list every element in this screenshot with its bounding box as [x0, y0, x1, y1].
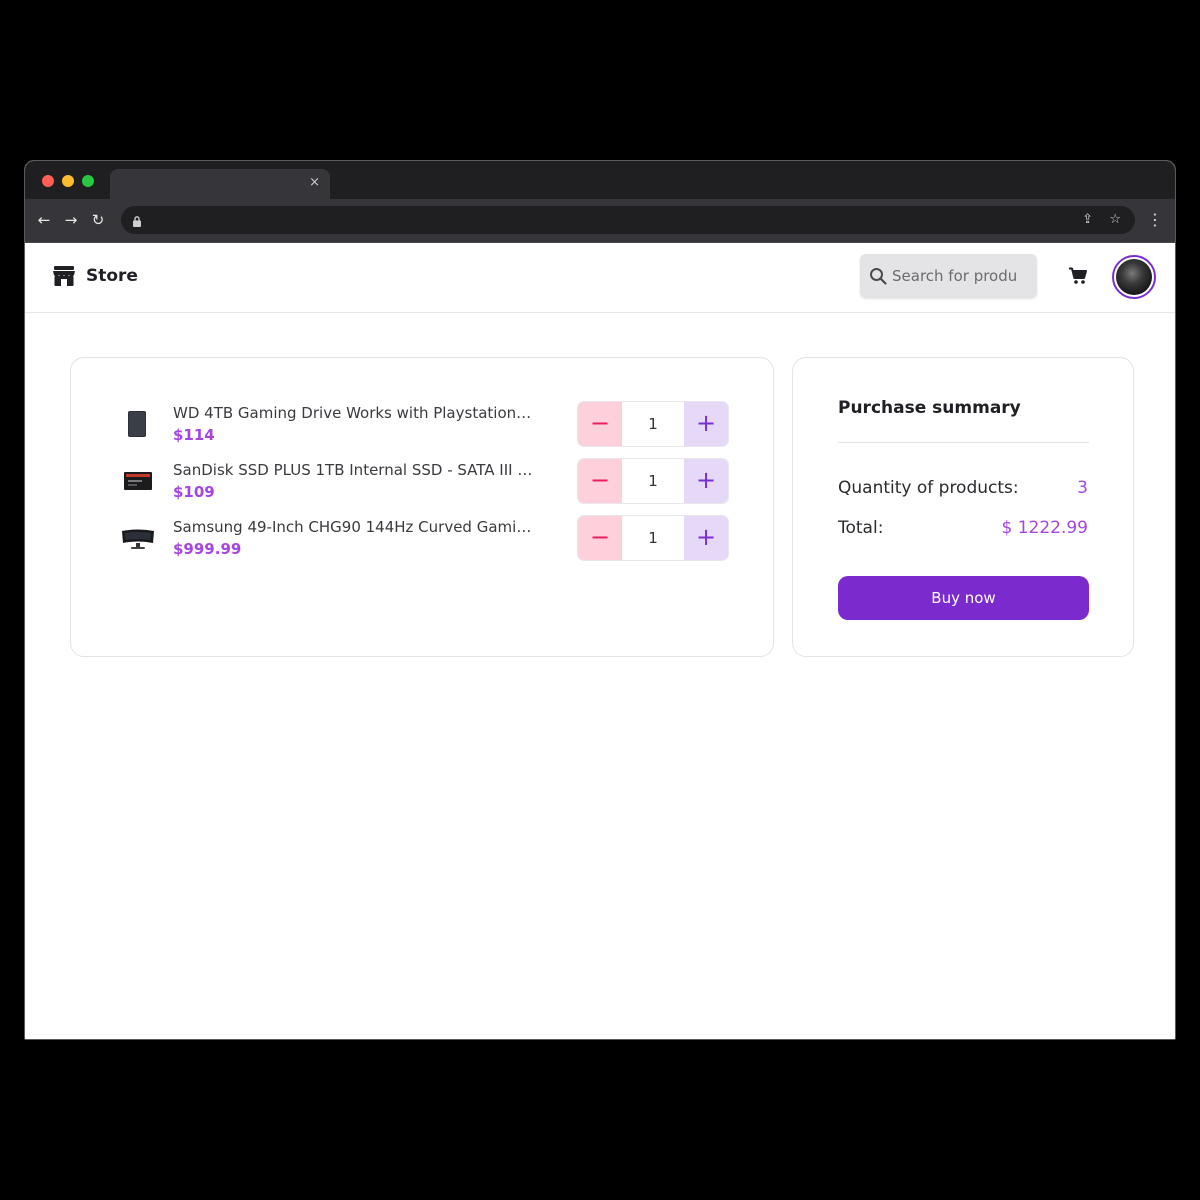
curved-monitor-thumbnail [116, 522, 160, 554]
search-box[interactable] [860, 254, 1037, 298]
close-window-button[interactable] [42, 175, 54, 187]
quantity-label: Quantity of products: [838, 478, 1019, 498]
item-name[interactable]: SanDisk SSD PLUS 1TB Internal SSD - SATA… [173, 461, 533, 479]
tab-close-icon[interactable]: × [309, 175, 320, 191]
purchase-summary-card: Purchase summary Quantity of products: 3… [792, 357, 1134, 657]
total-label: Total: [838, 518, 884, 538]
search-input[interactable] [892, 266, 1030, 286]
cart-item: Samsung 49-Inch CHG90 144Hz Curved Gamin… [116, 516, 731, 562]
external-drive-thumbnail [116, 408, 160, 440]
store-title[interactable]: Store [86, 266, 138, 286]
quantity-stepper: − 1 + [578, 402, 728, 446]
total-value: $ 1222.99 [1001, 518, 1088, 538]
quantity-stepper: − 1 + [578, 516, 728, 560]
buy-now-button[interactable]: Buy now [838, 576, 1089, 620]
share-icon[interactable]: ⇪ [1082, 212, 1093, 228]
item-price: $999.99 [173, 540, 242, 558]
avatar-image [1116, 259, 1152, 295]
quantity-value[interactable]: 1 [622, 459, 684, 503]
decrease-quantity-button[interactable]: − [578, 516, 622, 560]
forward-icon[interactable]: → [61, 210, 81, 230]
reload-icon[interactable]: ↻ [88, 210, 108, 230]
store-app: Store Search for produ WD 4TB Gaming Dri… [25, 243, 1175, 1039]
back-icon[interactable]: ← [34, 210, 54, 230]
store-icon[interactable] [52, 265, 76, 291]
browser-tab[interactable]: × [110, 169, 330, 199]
summary-title: Purchase summary [838, 398, 1021, 418]
browser-window: × ← → ↻ ⇪ ☆ ⋮ Store Search for produ WD … [24, 160, 1176, 1040]
item-name[interactable]: Samsung 49-Inch CHG90 144Hz Curved Gamin… [173, 518, 533, 536]
app-header: Store [25, 243, 1175, 313]
lock-icon [132, 213, 142, 232]
quantity-value[interactable]: 1 [622, 516, 684, 560]
cart-item: SanDisk SSD PLUS 1TB Internal SSD - SATA… [116, 459, 731, 505]
avatar[interactable] [1112, 255, 1156, 299]
address-bar[interactable]: ⇪ ☆ [121, 206, 1135, 234]
quantity-value[interactable]: 1 [622, 402, 684, 446]
decrease-quantity-button[interactable]: − [578, 459, 622, 503]
increase-quantity-button[interactable]: + [684, 459, 728, 503]
cart-card: WD 4TB Gaming Drive Works with Playstati… [70, 357, 774, 657]
search-icon [869, 267, 887, 289]
quantity-stepper: − 1 + [578, 459, 728, 503]
tab-bar: × [25, 161, 1175, 199]
browser-menu-icon[interactable]: ⋮ [1147, 211, 1163, 229]
item-name[interactable]: WD 4TB Gaming Drive Works with Playstati… [173, 404, 533, 422]
summary-divider [838, 442, 1089, 443]
bookmark-star-icon[interactable]: ☆ [1109, 212, 1121, 228]
item-price: $109 [173, 483, 215, 501]
decrease-quantity-button[interactable]: − [578, 402, 622, 446]
maximize-window-button[interactable] [82, 175, 94, 187]
ssd-thumbnail [116, 465, 160, 497]
minimize-window-button[interactable] [62, 175, 74, 187]
browser-toolbar: ← → ↻ ⇪ ☆ ⋮ [25, 199, 1175, 243]
cart-icon[interactable] [1068, 267, 1088, 289]
item-price: $114 [173, 426, 215, 444]
quantity-total-value: 3 [1077, 478, 1088, 498]
increase-quantity-button[interactable]: + [684, 516, 728, 560]
increase-quantity-button[interactable]: + [684, 402, 728, 446]
cart-item: WD 4TB Gaming Drive Works with Playstati… [116, 402, 731, 448]
